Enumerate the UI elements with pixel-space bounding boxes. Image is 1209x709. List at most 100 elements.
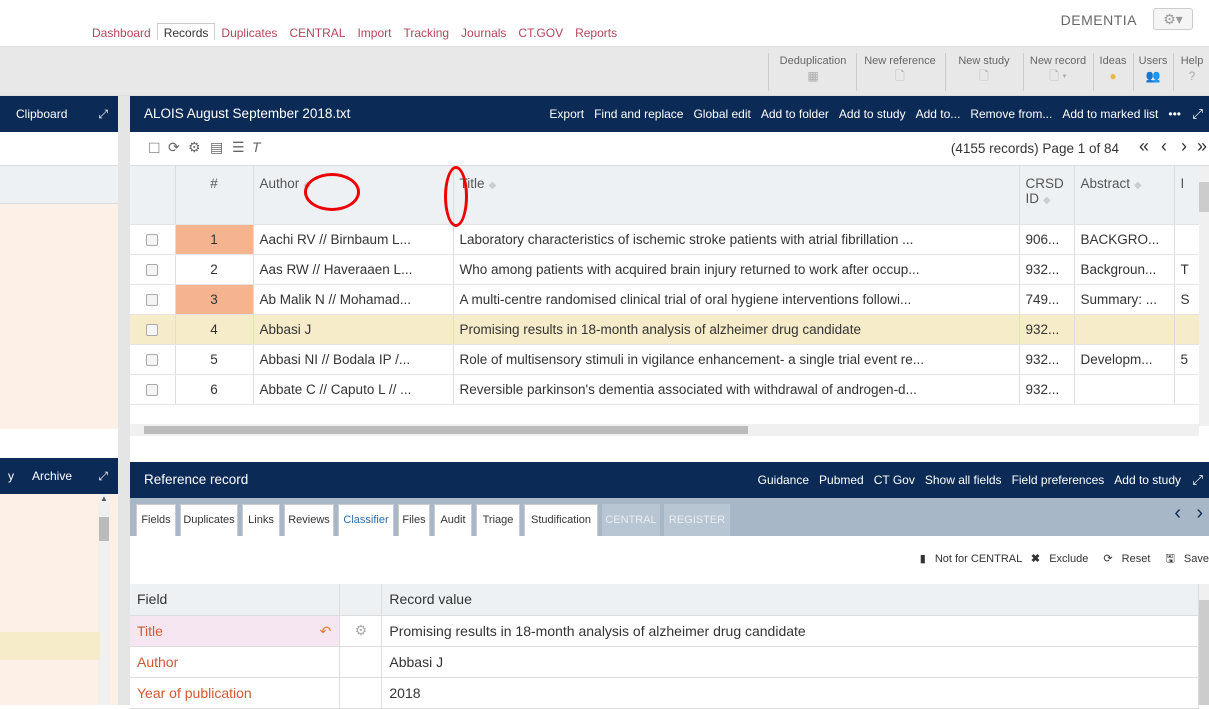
row-checkbox[interactable] xyxy=(130,374,176,405)
action-add-to-study[interactable]: Add to study xyxy=(839,107,906,121)
refresh-icon[interactable]: ⟳ xyxy=(168,139,180,156)
row-checkbox-icon[interactable] xyxy=(146,323,159,336)
undo-icon[interactable]: ↶ xyxy=(320,623,332,640)
row-checkbox-icon[interactable] xyxy=(146,383,159,396)
table-row[interactable]: 1 Aachi RV // Birnbaum L... Laboratory cha… xyxy=(130,224,1205,255)
field-value-author[interactable]: Abbasi J xyxy=(381,646,1199,678)
field-name-title[interactable]: Title ↶ xyxy=(130,615,341,647)
action-export[interactable]: Export xyxy=(549,107,584,121)
sort-icon[interactable]: ◆ xyxy=(489,180,497,191)
not-for-central-button[interactable]: ▮ Not for CENTRAL xyxy=(914,553,1022,565)
nav-link-reports[interactable]: Reports xyxy=(569,26,623,40)
action-ct-gov[interactable]: CT Gov xyxy=(874,473,915,487)
new-record-button[interactable]: New record 🗋 ▾ xyxy=(1025,55,1091,83)
scrollbar-thumb[interactable] xyxy=(1199,182,1209,212)
table-row[interactable]: 5 Abbasi NI // Bodala IP /... Role of mult… xyxy=(130,344,1205,375)
row-checkbox[interactable] xyxy=(130,314,176,345)
col-crsd-id[interactable]: CRSD ID ◆ xyxy=(1019,166,1075,225)
table-row[interactable]: 4 Abbasi J Promising results in 18-month a… xyxy=(130,314,1205,345)
prev-tab-icon[interactable]: ‹ xyxy=(1174,502,1181,525)
scrollbar-thumb[interactable] xyxy=(99,517,109,541)
fields-vertical-scrollbar[interactable] xyxy=(1199,584,1209,705)
field-name-author[interactable]: Author xyxy=(130,646,341,678)
tab-duplicates[interactable]: Duplicates xyxy=(180,504,238,536)
scrollbar-thumb[interactable] xyxy=(144,426,748,434)
tab-links[interactable]: Links xyxy=(242,504,280,536)
action-field-preferences[interactable]: Field preferences xyxy=(1012,473,1105,487)
nav-link-import[interactable]: Import xyxy=(351,26,397,40)
action-show-all-fields[interactable]: Show all fields xyxy=(925,473,1002,487)
tab-files[interactable]: Files xyxy=(398,504,430,536)
row-checkbox-icon[interactable] xyxy=(146,233,159,246)
sort-icon[interactable]: ◆ xyxy=(1043,195,1051,206)
field-value-title[interactable]: Promising results in 18-month analysis o… xyxy=(381,615,1199,647)
action-add-to[interactable]: Add to... xyxy=(916,107,961,121)
records-horizontal-scrollbar[interactable] xyxy=(130,424,1199,436)
gear-icon[interactable]: ⚙ xyxy=(339,615,383,647)
sort-icon[interactable]: ◆ xyxy=(1134,180,1142,191)
panel-splitter[interactable] xyxy=(118,96,130,705)
archive-scrollbar[interactable]: ▲ xyxy=(98,494,110,705)
action-pubmed[interactable]: Pubmed xyxy=(819,473,864,487)
nav-link-tracking[interactable]: Tracking xyxy=(397,26,455,40)
field-value-year[interactable]: 2018 xyxy=(381,677,1199,709)
first-page-icon[interactable]: « xyxy=(1139,136,1149,157)
users-button[interactable]: Users 👥 xyxy=(1135,55,1171,83)
archive-selected-row[interactable] xyxy=(0,632,100,660)
row-checkbox[interactable] xyxy=(130,254,176,285)
save-button[interactable]: 🖫 Save xyxy=(1159,553,1209,565)
action-guidance[interactable]: Guidance xyxy=(758,473,809,487)
tab-audit[interactable]: Audit xyxy=(434,504,472,536)
help-button[interactable]: Help? xyxy=(1175,55,1209,83)
row-checkbox-icon[interactable] xyxy=(146,293,159,306)
prev-page-icon[interactable]: ‹ xyxy=(1161,136,1167,157)
expand-icon[interactable]: ⤢ xyxy=(1192,96,1203,132)
col-number[interactable]: # xyxy=(175,166,254,225)
nav-link-dashboard[interactable]: Dashboard xyxy=(86,26,157,40)
exclude-button[interactable]: ✖ Exclude xyxy=(1031,553,1088,565)
action-global-edit[interactable]: Global edit xyxy=(693,107,750,121)
new-reference-button[interactable]: New reference 🗋 xyxy=(858,55,942,83)
settings-gear-button[interactable]: ⚙▾ xyxy=(1153,8,1193,30)
row-checkbox[interactable] xyxy=(130,224,176,255)
last-page-icon[interactable]: » xyxy=(1197,136,1207,157)
scroll-up-icon[interactable]: ▲ xyxy=(98,494,110,503)
tab-triage[interactable]: Triage xyxy=(476,504,520,536)
nav-link-ct-gov[interactable]: CT.GOV xyxy=(512,26,569,40)
expand-icon[interactable]: ⤢ xyxy=(98,458,108,494)
table-row[interactable]: 2 Aas RW // Haveraaen L... Who among patie… xyxy=(130,254,1205,285)
expand-icon[interactable]: ⤢ xyxy=(98,96,108,132)
action-add-to-folder[interactable]: Add to folder xyxy=(761,107,829,121)
row-checkbox[interactable] xyxy=(130,284,176,315)
tab-studification[interactable]: Studification xyxy=(524,504,598,536)
field-name-year[interactable]: Year of publication xyxy=(130,677,341,709)
col-title[interactable]: Title ◆ xyxy=(453,166,1020,225)
tab-register[interactable]: REGISTER xyxy=(664,504,730,536)
nav-link-records[interactable]: Records xyxy=(156,23,216,40)
action-add-to-marked-list[interactable]: Add to marked list xyxy=(1062,107,1158,121)
row-checkbox-icon[interactable] xyxy=(146,263,159,276)
tab-classifier[interactable]: Classifier xyxy=(338,504,394,536)
new-study-button[interactable]: New study 🗋 xyxy=(947,55,1021,83)
select-all-icon[interactable]: ☐ xyxy=(148,140,161,157)
table-row[interactable]: 3 Ab Malik N // Mohamad... A multi-centre … xyxy=(130,284,1205,315)
nav-link-central[interactable]: CENTRAL xyxy=(283,26,351,40)
row-checkbox[interactable] xyxy=(130,344,176,375)
reset-button[interactable]: ⟳ Reset xyxy=(1097,553,1150,565)
deduplication-button[interactable]: Deduplication ▦ xyxy=(772,55,854,83)
records-vertical-scrollbar[interactable] xyxy=(1199,166,1209,426)
tab-central[interactable]: CENTRAL xyxy=(602,504,660,536)
ideas-button[interactable]: Ideas ● xyxy=(1095,55,1131,83)
tab-fields[interactable]: Fields xyxy=(136,504,176,536)
columns-icon[interactable]: ▤ xyxy=(210,139,223,156)
table-row[interactable]: 6 Abbate C // Caputo L // ... Reversible p… xyxy=(130,374,1205,405)
next-tab-icon[interactable]: › xyxy=(1196,502,1203,525)
expand-icon[interactable]: ⤢ xyxy=(1192,462,1203,498)
gear-icon[interactable]: ⚙ xyxy=(188,139,201,156)
tab-reviews[interactable]: Reviews xyxy=(284,504,334,536)
action-add-to-study[interactable]: Add to study xyxy=(1114,473,1181,487)
nav-link-duplicates[interactable]: Duplicates xyxy=(215,26,283,40)
next-page-icon[interactable]: › xyxy=(1181,136,1187,157)
row-checkbox-icon[interactable] xyxy=(146,353,159,366)
action-remove-from[interactable]: Remove from... xyxy=(970,107,1052,121)
